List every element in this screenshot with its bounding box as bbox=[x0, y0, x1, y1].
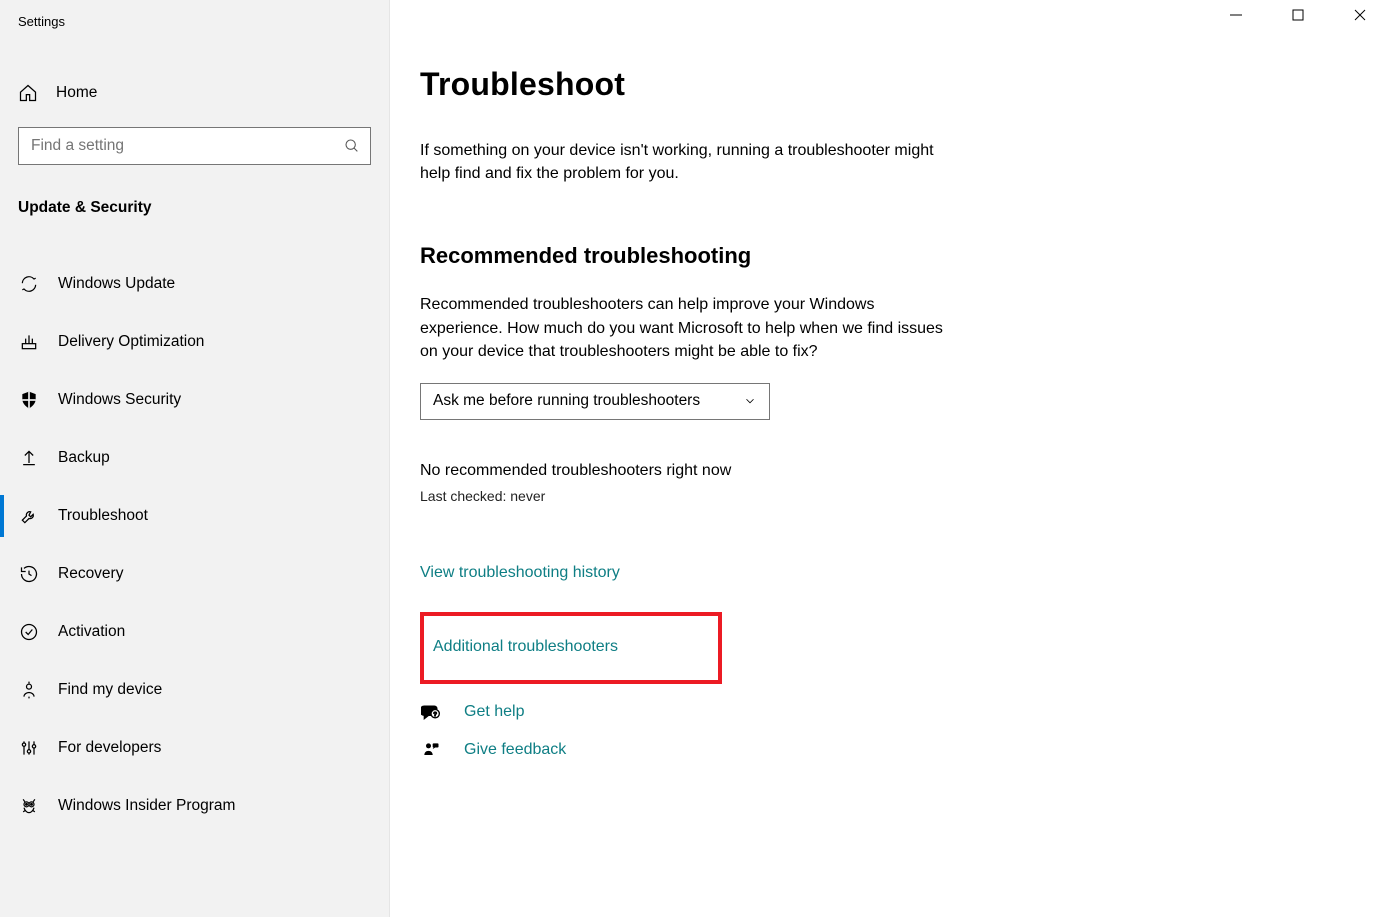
person-pin-icon bbox=[18, 680, 40, 700]
sidebar-home-label: Home bbox=[56, 84, 97, 102]
status-subtext: Last checked: never bbox=[420, 488, 1391, 504]
troubleshoot-mode-dropdown[interactable]: Ask me before running troubleshooters bbox=[420, 383, 770, 420]
upload-icon bbox=[18, 448, 40, 468]
history-link[interactable]: View troubleshooting history bbox=[420, 564, 620, 582]
sliders-icon bbox=[18, 738, 40, 758]
dropdown-value: Ask me before running troubleshooters bbox=[433, 392, 700, 410]
sidebar-item-windows-update[interactable]: Windows Update bbox=[0, 255, 389, 313]
search-icon bbox=[344, 138, 360, 154]
minimize-button[interactable] bbox=[1229, 8, 1253, 22]
sidebar-item-label: Windows Security bbox=[58, 391, 181, 409]
give-feedback-link[interactable]: Give feedback bbox=[464, 741, 566, 759]
sidebar-item-label: Windows Update bbox=[58, 275, 175, 293]
sidebar-home[interactable]: Home bbox=[0, 73, 389, 113]
sidebar-item-label: Recovery bbox=[58, 565, 123, 583]
sidebar-item-find-my-device[interactable]: Find my device bbox=[0, 661, 389, 719]
clock-icon bbox=[18, 564, 40, 584]
chevron-down-icon bbox=[743, 394, 757, 408]
sidebar-item-label: Activation bbox=[58, 623, 125, 641]
feedback-icon bbox=[420, 740, 442, 760]
sidebar-item-backup[interactable]: Backup bbox=[0, 429, 389, 487]
give-feedback-row: Give feedback bbox=[420, 740, 1391, 760]
sidebar-item-label: Find my device bbox=[58, 681, 162, 699]
network-icon bbox=[18, 332, 40, 352]
sidebar-nav: Windows Update Delivery Optimization Win… bbox=[0, 255, 389, 835]
sidebar-item-recovery[interactable]: Recovery bbox=[0, 545, 389, 603]
shield-icon bbox=[18, 390, 40, 410]
get-help-link[interactable]: Get help bbox=[464, 703, 524, 721]
search-input[interactable] bbox=[31, 137, 344, 155]
page-title: Troubleshoot bbox=[420, 66, 1391, 103]
get-help-row: ? Get help bbox=[420, 702, 1391, 722]
sidebar-item-label: Troubleshoot bbox=[58, 507, 148, 525]
home-icon bbox=[18, 83, 38, 103]
sidebar-item-delivery-optimization[interactable]: Delivery Optimization bbox=[0, 313, 389, 371]
close-button[interactable] bbox=[1353, 8, 1377, 22]
maximize-button[interactable] bbox=[1291, 8, 1315, 22]
window-title: Settings bbox=[0, 12, 389, 29]
additional-troubleshooters-link[interactable]: Additional troubleshooters bbox=[433, 638, 618, 656]
search-box[interactable] bbox=[18, 127, 371, 165]
sidebar-item-windows-security[interactable]: Windows Security bbox=[0, 371, 389, 429]
highlight-annotation: Additional troubleshooters bbox=[420, 612, 722, 684]
status-text: No recommended troubleshooters right now bbox=[420, 462, 1391, 480]
section-description: Recommended troubleshooters can help imp… bbox=[420, 293, 950, 363]
sync-icon bbox=[18, 274, 40, 294]
sidebar-item-activation[interactable]: Activation bbox=[0, 603, 389, 661]
content-area: Troubleshoot If something on your device… bbox=[390, 0, 1391, 917]
sidebar-item-label: Backup bbox=[58, 449, 110, 467]
wrench-icon bbox=[18, 506, 40, 526]
bug-icon bbox=[18, 796, 40, 816]
sidebar-item-windows-insider[interactable]: Windows Insider Program bbox=[0, 777, 389, 835]
sidebar-item-label: Delivery Optimization bbox=[58, 333, 204, 351]
titlebar-controls bbox=[1229, 8, 1377, 22]
check-circle-icon bbox=[18, 622, 40, 642]
sidebar-item-label: Windows Insider Program bbox=[58, 797, 235, 815]
sidebar-item-troubleshoot[interactable]: Troubleshoot bbox=[0, 487, 389, 545]
help-block: ? Get help Give feedback bbox=[420, 702, 1391, 760]
page-description: If something on your device isn't workin… bbox=[420, 139, 940, 185]
chat-help-icon: ? bbox=[420, 702, 442, 722]
sidebar-item-label: For developers bbox=[58, 739, 161, 757]
sidebar-category: Update & Security bbox=[0, 175, 389, 227]
sidebar: Settings Home Update & Security Windows … bbox=[0, 0, 390, 917]
sidebar-item-for-developers[interactable]: For developers bbox=[0, 719, 389, 777]
section-title: Recommended troubleshooting bbox=[420, 243, 1391, 269]
